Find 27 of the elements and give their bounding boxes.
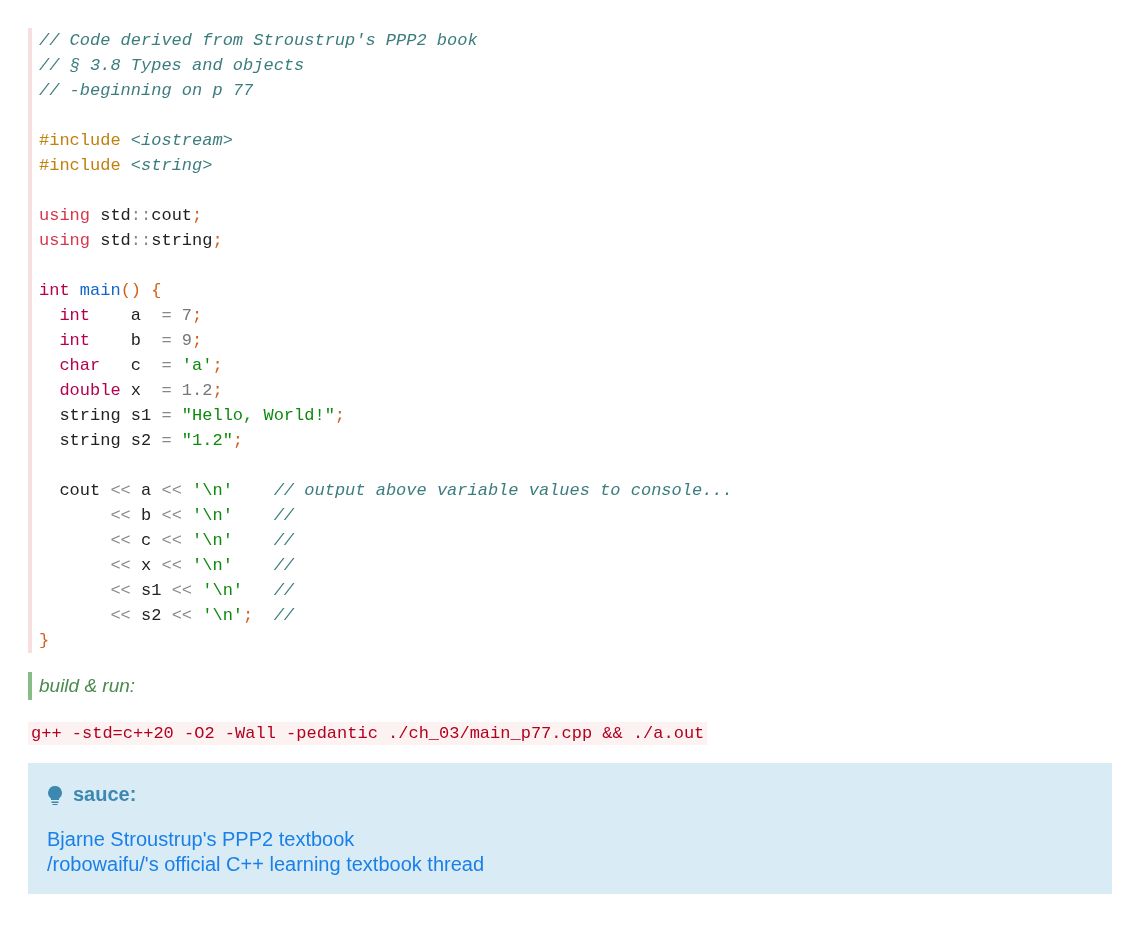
code-line: #include <iostream> xyxy=(39,130,233,152)
code-line: double x = 1.2; xyxy=(58,380,223,402)
code-line: using std::string; xyxy=(39,230,223,252)
code-line: int main() { xyxy=(39,280,162,302)
code-line: int a = 7; xyxy=(58,305,203,327)
code-line: char c = 'a'; xyxy=(58,355,223,377)
note-quote: build & run: xyxy=(28,672,143,700)
lightbulb-icon xyxy=(47,784,63,805)
code-line: << s2 << '\n'; // xyxy=(109,605,295,627)
code-line: string s1 = "Hello, World!"; xyxy=(58,405,346,427)
code-line: << s1 << '\n' // xyxy=(109,580,295,602)
code-line: // Code derived from Stroustrup's PPP2 book xyxy=(39,30,478,52)
code-line: << b << '\n' // xyxy=(109,505,295,527)
source-link[interactable]: /robowaifu/'s official C++ learning textbook thread xyxy=(47,853,485,876)
code-line: // § 3.8 Types and objects xyxy=(39,55,305,77)
code-line: << c << '\n' // xyxy=(109,530,295,552)
code-line: } xyxy=(39,630,50,652)
code-line: // -beginning on p 77 xyxy=(39,80,254,102)
source-link[interactable]: Bjarne Stroustrup's PPP2 textbook xyxy=(47,828,355,851)
code-line: using std::cout; xyxy=(39,205,203,227)
command-code: g++ -std=c++20 -O2 -Wall -pedantic ./ch_03/main_p77.cpp && ./a.out xyxy=(28,722,708,745)
callout-title: sauce: xyxy=(73,783,137,806)
code-line: string s2 = "1.2"; xyxy=(58,430,244,452)
code-line: int b = 9; xyxy=(58,330,203,352)
code-line: << x << '\n' // xyxy=(109,555,295,577)
code-line: #include <string> xyxy=(39,155,213,177)
code-line: cout << a << '\n' // output above variable values to console... xyxy=(58,480,733,502)
